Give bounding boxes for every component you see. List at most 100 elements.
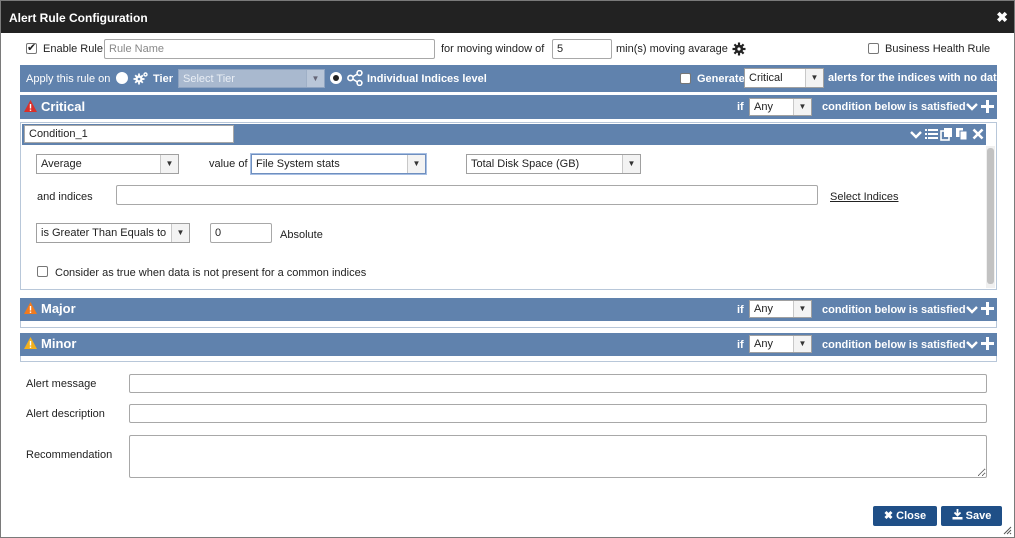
generate-label: Generate — [697, 73, 745, 85]
critical-title: Critical — [41, 99, 86, 114]
indices-radio[interactable] — [330, 72, 342, 84]
chevron-down-icon: ▼ — [793, 336, 811, 352]
chevron-down-icon: ▼ — [793, 301, 811, 317]
save-button[interactable]: Save — [941, 506, 1002, 526]
condition-header-bar — [22, 124, 986, 145]
major-match-value: Any — [754, 303, 773, 315]
close-button-label: Close — [896, 510, 927, 522]
scrollbar-thumb[interactable] — [987, 148, 994, 284]
generate-severity-select[interactable]: Critical ▼ — [744, 68, 824, 88]
rule-name-input[interactable] — [104, 39, 435, 59]
tier-label: Tier — [153, 73, 173, 85]
select-indices-link[interactable]: Select Indices — [830, 191, 898, 203]
metric-group-value: File System stats — [256, 158, 340, 170]
alert-message-label: Alert message — [26, 378, 97, 390]
no-data-label: alerts for the indices with no data — [828, 72, 1003, 84]
critical-warning-icon — [24, 100, 37, 112]
close-x-icon: ✖ — [883, 510, 894, 522]
copy-icon[interactable] — [955, 127, 968, 141]
minor-panel — [20, 356, 997, 362]
major-match-select[interactable]: Any ▼ — [749, 300, 812, 318]
add-icon[interactable] — [981, 100, 994, 113]
major-title: Major — [41, 301, 76, 316]
gear-icon[interactable] — [732, 42, 746, 56]
threshold-type-label: Absolute — [280, 229, 323, 241]
save-button-label: Save — [965, 510, 992, 522]
chevron-down-icon: ▼ — [793, 99, 811, 115]
business-health-label: Business Health Rule — [885, 43, 991, 55]
chevron-down-icon: ▼ — [160, 155, 178, 173]
tier-select[interactable]: Select Tier ▼ — [178, 69, 325, 88]
consider-true-checkbox[interactable] — [37, 266, 48, 277]
alert-rule-dialog: Alert Rule Configuration ✖ Enable Rule f… — [0, 0, 1015, 538]
apply-rule-bar: Apply this rule on Tier Select Tier ▼ In… — [20, 65, 1003, 92]
critical-match-select[interactable]: Any ▼ — [749, 98, 812, 116]
business-health-checkbox[interactable] — [868, 43, 879, 54]
dialog-title-bar: Alert Rule Configuration ✖ — [1, 1, 1014, 33]
minor-header-bar: Minor if Any ▼ condition below is satisf… — [20, 333, 997, 356]
apply-rule-label: Apply this rule on — [26, 73, 111, 85]
minor-title: Minor — [41, 336, 77, 351]
operator-select[interactable]: is Greater Than Equals to ▼ — [36, 223, 190, 243]
alert-message-input[interactable] — [129, 374, 987, 393]
alert-description-input[interactable] — [129, 404, 987, 423]
metric-select[interactable]: Total Disk Space (GB) ▼ — [466, 154, 641, 174]
recommendation-textarea[interactable] — [129, 435, 987, 478]
chevron-down-icon: ▼ — [407, 155, 425, 173]
indices-input[interactable] — [116, 185, 818, 205]
and-indices-label: and indices — [37, 191, 93, 203]
share-icon — [347, 70, 363, 86]
chevron-down-icon[interactable] — [910, 130, 922, 140]
add-icon[interactable] — [981, 337, 994, 350]
minor-condition-label: condition below is satisfied — [822, 339, 966, 351]
critical-if-label: if — [737, 101, 744, 113]
chevron-down-icon: ▼ — [171, 224, 189, 242]
delete-icon[interactable] — [972, 128, 984, 140]
threshold-input[interactable] — [210, 223, 272, 243]
add-icon[interactable] — [981, 302, 994, 315]
recommendation-label: Recommendation — [26, 449, 113, 461]
chevron-down-icon: ▼ — [306, 70, 324, 87]
download-icon — [952, 509, 963, 520]
indices-level-label: Individual Indices level — [367, 73, 487, 85]
major-warning-icon — [24, 302, 37, 314]
moving-window-label: for moving window of — [441, 43, 545, 55]
moving-window-input[interactable] — [552, 39, 612, 59]
list-icon[interactable] — [925, 128, 938, 140]
metric-value: Total Disk Space (GB) — [471, 158, 580, 170]
minor-match-value: Any — [754, 338, 773, 350]
major-header-bar: Major if Any ▼ condition below is satisf… — [20, 298, 997, 321]
dialog-title: Alert Rule Configuration — [9, 11, 148, 25]
metric-group-select[interactable]: File System stats ▼ — [251, 154, 426, 174]
consider-true-label: Consider as true when data is not presen… — [55, 267, 367, 279]
chevron-down-icon[interactable] — [966, 102, 978, 112]
alert-description-label: Alert description — [26, 408, 105, 420]
condition-name-input[interactable] — [24, 125, 234, 143]
moving-average-label: min(s) moving avarage — [616, 43, 728, 55]
minor-if-label: if — [737, 339, 744, 351]
minor-match-select[interactable]: Any ▼ — [749, 335, 812, 353]
clone-icon[interactable] — [940, 127, 953, 141]
tier-select-value: Select Tier — [183, 73, 235, 85]
critical-match-value: Any — [754, 101, 773, 113]
condition-scrollbar[interactable] — [986, 146, 995, 288]
chevron-down-icon[interactable] — [966, 340, 978, 350]
major-if-label: if — [737, 304, 744, 316]
generate-checkbox[interactable] — [680, 73, 691, 84]
enable-rule-checkbox[interactable] — [26, 41, 37, 54]
generate-severity-value: Critical — [749, 72, 783, 84]
critical-header-bar: Critical if Any ▼ condition below is sat… — [20, 95, 997, 119]
enable-rule-label: Enable Rule — [43, 43, 103, 55]
resize-grip-icon[interactable] — [1002, 525, 1012, 535]
chevron-down-icon[interactable] — [966, 305, 978, 315]
major-condition-label: condition below is satisfied — [822, 304, 966, 316]
operator-value: is Greater Than Equals to — [41, 227, 167, 239]
aggregate-select[interactable]: Average ▼ — [36, 154, 179, 174]
tier-radio[interactable] — [116, 72, 128, 84]
condition-panel — [20, 122, 997, 290]
minor-warning-icon — [24, 337, 37, 349]
close-button[interactable]: ✖ Close — [873, 506, 937, 526]
close-icon[interactable]: ✖ — [996, 9, 1008, 26]
chevron-down-icon: ▼ — [805, 69, 823, 87]
chevron-down-icon: ▼ — [622, 155, 640, 173]
